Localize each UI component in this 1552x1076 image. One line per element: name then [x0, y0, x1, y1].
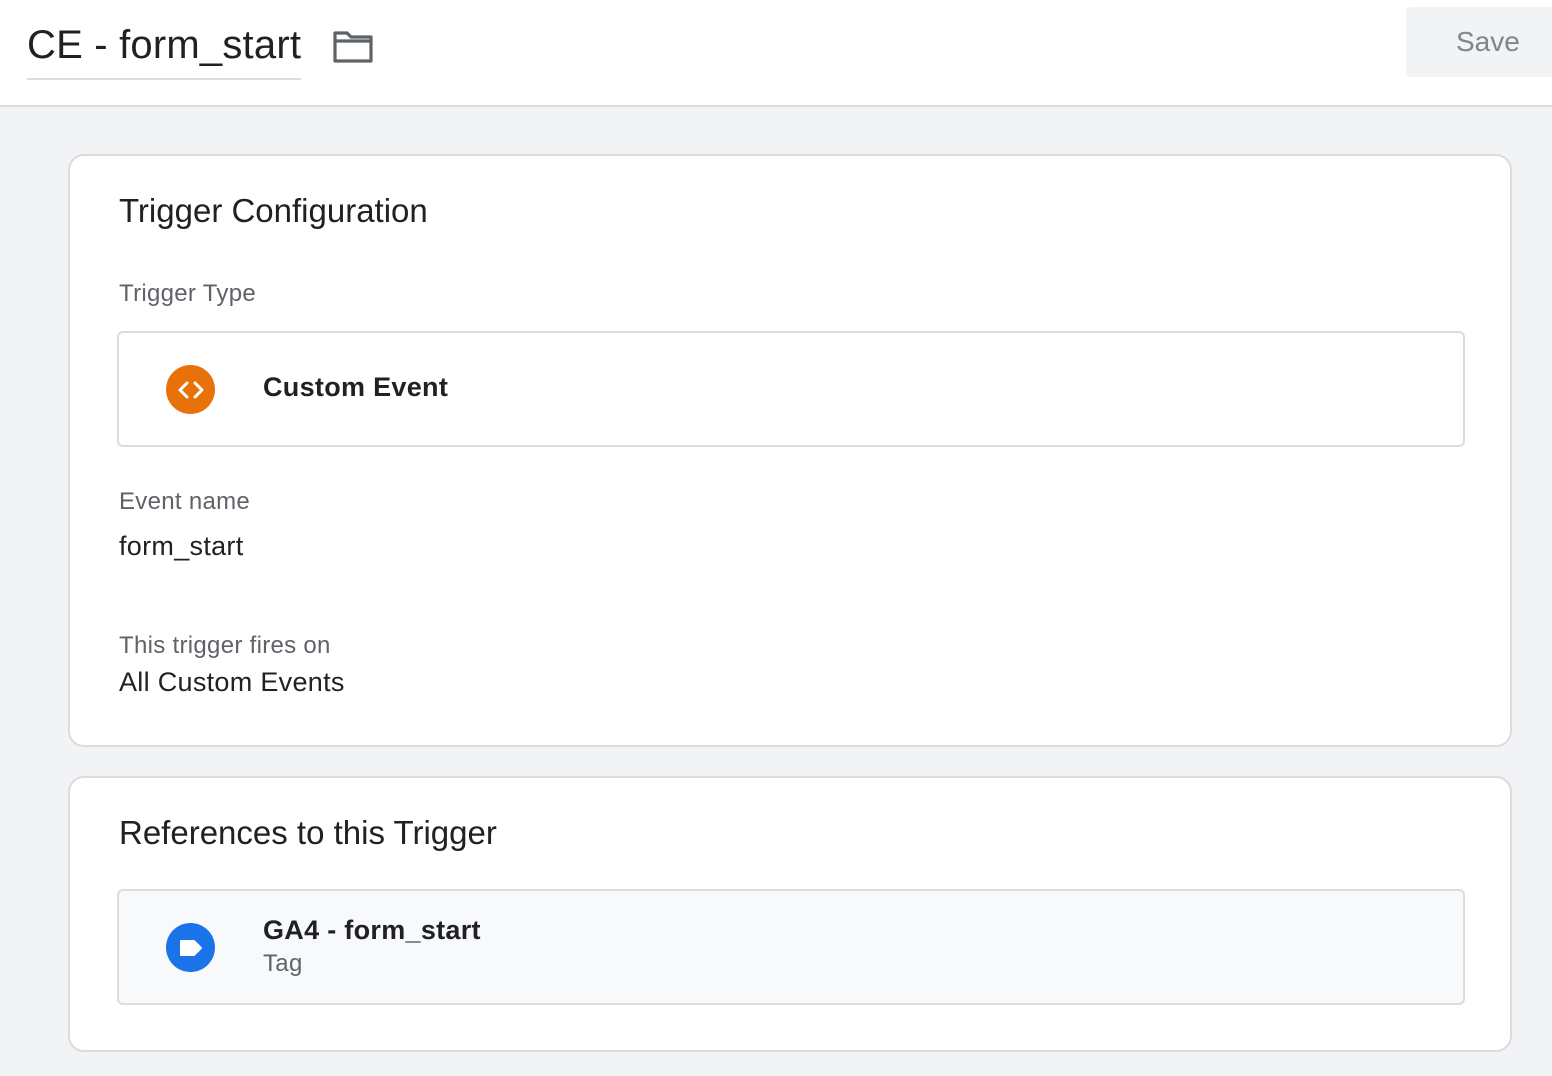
save-button[interactable]: Save: [1406, 7, 1552, 77]
top-bar: CE - form_start Save: [0, 0, 1552, 107]
code-brackets-icon: [166, 365, 215, 414]
trigger-type-selector[interactable]: Custom Event: [117, 331, 1465, 447]
reference-type: Tag: [263, 950, 303, 977]
references-card: References to this Trigger GA4 - form_st…: [68, 776, 1512, 1052]
reference-item[interactable]: GA4 - form_start Tag: [117, 889, 1465, 1005]
fires-on-value: All Custom Events: [119, 667, 345, 697]
trigger-type-value: Custom Event: [263, 372, 449, 402]
card-title: Trigger Configuration: [119, 192, 428, 229]
event-name-value: form_start: [119, 531, 244, 561]
event-name-label: Event name: [119, 488, 251, 515]
trigger-name[interactable]: CE - form_start: [27, 22, 301, 68]
trigger-type-label: Trigger Type: [119, 280, 256, 307]
card-title: References to this Trigger: [119, 814, 497, 851]
folder-icon[interactable]: [332, 28, 374, 64]
trigger-name-field[interactable]: CE - form_start: [27, 22, 302, 80]
fires-on-label: This trigger fires on: [119, 632, 331, 659]
tag-icon: [166, 923, 215, 972]
trigger-configuration-card: Trigger Configuration Trigger Type Custo…: [68, 154, 1512, 747]
reference-name: GA4 - form_start: [263, 915, 481, 945]
